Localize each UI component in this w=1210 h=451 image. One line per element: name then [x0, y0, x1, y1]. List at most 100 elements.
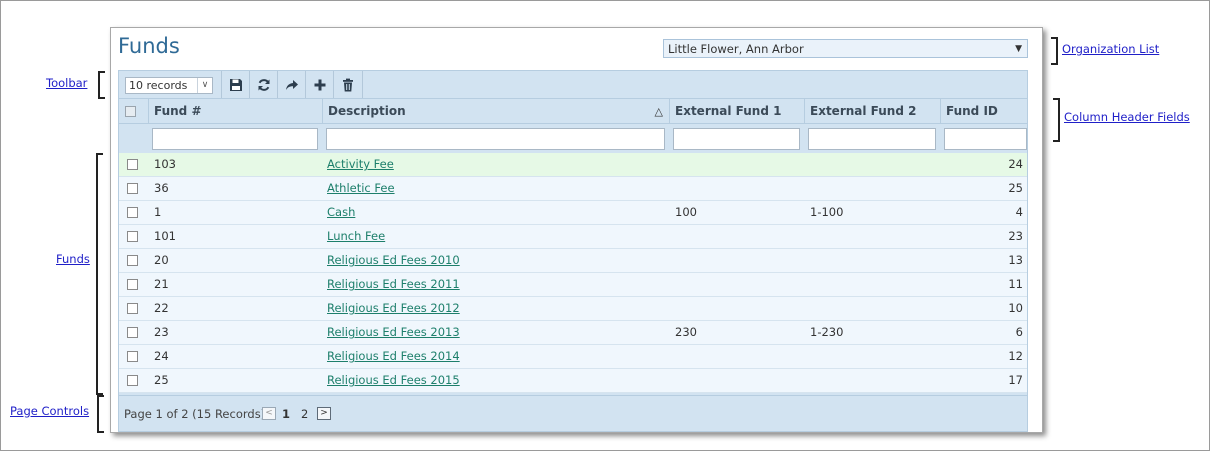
- fund-id-cell: 23: [1008, 229, 1023, 243]
- table-row[interactable]: 1 Cash 100 1-100 4: [119, 201, 1027, 225]
- description-link[interactable]: Athletic Fee: [327, 177, 395, 200]
- toolbar: 10 records ∨: [119, 71, 1027, 98]
- records-per-page-value: 10 records: [129, 79, 188, 92]
- external-fund-2-filter-input[interactable]: [808, 128, 936, 150]
- row-checkbox[interactable]: [127, 303, 138, 314]
- fund-num-filter-input[interactable]: [152, 128, 318, 150]
- refresh-icon: [258, 78, 270, 91]
- previous-page-button[interactable]: <: [262, 407, 276, 420]
- column-header-fund-id[interactable]: Fund ID: [941, 99, 1027, 124]
- fund-id-cell: 13: [1008, 253, 1023, 267]
- row-checkbox[interactable]: [127, 375, 138, 386]
- fund-num-cell: 101: [154, 229, 176, 243]
- fund-num-cell: 23: [154, 325, 169, 339]
- row-checkbox[interactable]: [127, 351, 138, 362]
- bracket-toolbar: [98, 71, 105, 99]
- description-link[interactable]: Religious Ed Fees 2013: [327, 321, 460, 344]
- fund-num-cell: 1: [154, 205, 162, 219]
- fund-num-cell: 25: [154, 373, 169, 387]
- fund-id-cell: 10: [1008, 301, 1023, 315]
- description-link[interactable]: Religious Ed Fees 2011: [327, 273, 460, 296]
- add-button[interactable]: [305, 71, 334, 98]
- callout-organization-list[interactable]: Organization List: [1062, 42, 1159, 56]
- page-number-2[interactable]: 2: [301, 407, 308, 421]
- page-controls: Page 1 of 2 (15 Records) < 1 2 >: [119, 395, 1027, 432]
- external-fund-1-cell: 230: [675, 325, 697, 339]
- delete-icon: [343, 78, 353, 91]
- funds-grid: 10 records ∨ Fund # Description △ Extern…: [118, 70, 1028, 432]
- callout-column-header-fields[interactable]: Column Header Fields: [1064, 110, 1190, 124]
- add-icon: [314, 79, 326, 90]
- fund-id-cell: 11: [1008, 277, 1023, 291]
- external-fund-2-cell: 1-100: [810, 205, 844, 219]
- share-icon: [286, 79, 298, 90]
- callout-toolbar[interactable]: Toolbar: [46, 76, 87, 90]
- filter-row: [119, 123, 1027, 154]
- row-checkbox[interactable]: [127, 159, 138, 170]
- column-header-external-fund-1[interactable]: External Fund 1: [670, 99, 805, 124]
- description-link[interactable]: Religious Ed Fees 2010: [327, 249, 460, 272]
- fund-num-cell: 24: [154, 349, 169, 363]
- column-header-row: Fund # Description △ External Fund 1 Ext…: [119, 98, 1027, 124]
- external-fund-1-filter-input[interactable]: [673, 128, 800, 150]
- fund-num-cell: 103: [154, 157, 176, 171]
- row-checkbox[interactable]: [127, 279, 138, 290]
- fund-num-cell: 22: [154, 301, 169, 315]
- table-row[interactable]: 24 Religious Ed Fees 2014 12: [119, 345, 1027, 369]
- organization-select[interactable]: Little Flower, Ann Arbor ▼: [663, 39, 1028, 58]
- table-row[interactable]: 25 Religious Ed Fees 2015 17: [119, 369, 1027, 393]
- funds-list: 103 Activity Fee 24 36 Athletic Fee 25 1…: [119, 153, 1027, 393]
- fund-id-cell: 12: [1008, 349, 1023, 363]
- row-checkbox[interactable]: [127, 327, 138, 338]
- callout-page-controls[interactable]: Page Controls: [10, 404, 89, 418]
- table-row[interactable]: 23 Religious Ed Fees 2013 230 1-230 6: [119, 321, 1027, 345]
- description-link[interactable]: Activity Fee: [327, 153, 394, 176]
- fund-num-cell: 21: [154, 277, 169, 291]
- table-row[interactable]: 20 Religious Ed Fees 2010 13: [119, 249, 1027, 273]
- table-row[interactable]: 101 Lunch Fee 23: [119, 225, 1027, 249]
- fund-id-filter-input[interactable]: [944, 128, 1027, 150]
- column-header-description-label: Description: [328, 104, 406, 118]
- page-number-1[interactable]: 1: [282, 407, 290, 421]
- callout-funds[interactable]: Funds: [56, 252, 90, 266]
- description-link[interactable]: Religious Ed Fees 2015: [327, 369, 460, 392]
- row-checkbox[interactable]: [127, 255, 138, 266]
- description-link[interactable]: Lunch Fee: [327, 225, 385, 248]
- fund-num-cell: 20: [154, 253, 169, 267]
- bracket-column-header-fields: [1053, 98, 1060, 142]
- dropdown-arrow-icon: ▼: [1015, 44, 1022, 54]
- column-header-description[interactable]: Description △: [323, 99, 670, 124]
- fund-id-cell: 4: [1015, 205, 1023, 219]
- sort-ascending-icon: △: [654, 105, 663, 118]
- description-filter-input[interactable]: [326, 128, 665, 150]
- save-button[interactable]: [221, 71, 250, 98]
- fund-id-cell: 17: [1008, 373, 1023, 387]
- column-header-fund-num[interactable]: Fund #: [149, 99, 323, 124]
- organization-select-value: Little Flower, Ann Arbor: [668, 42, 804, 56]
- table-row[interactable]: 103 Activity Fee 24: [119, 153, 1027, 177]
- row-checkbox[interactable]: [127, 183, 138, 194]
- funds-panel: Funds Little Flower, Ann Arbor ▼ 10 reco…: [110, 27, 1043, 433]
- share-button[interactable]: [277, 71, 306, 98]
- row-checkbox[interactable]: [127, 207, 138, 218]
- next-page-button[interactable]: >: [317, 407, 331, 420]
- select-all-checkbox[interactable]: [125, 106, 136, 117]
- external-fund-1-cell: 100: [675, 205, 697, 219]
- description-link[interactable]: Cash: [327, 201, 355, 224]
- description-link[interactable]: Religious Ed Fees 2014: [327, 345, 460, 368]
- column-header-external-fund-2[interactable]: External Fund 2: [805, 99, 941, 124]
- bracket-organization-list: [1051, 37, 1058, 65]
- save-icon: [230, 78, 242, 91]
- refresh-button[interactable]: [249, 71, 278, 98]
- fund-num-cell: 36: [154, 181, 169, 195]
- row-checkbox[interactable]: [127, 231, 138, 242]
- delete-button[interactable]: [333, 71, 363, 98]
- page-title: Funds: [118, 34, 180, 58]
- table-row[interactable]: 36 Athletic Fee 25: [119, 177, 1027, 201]
- records-per-page-select[interactable]: 10 records ∨: [125, 77, 213, 94]
- description-link[interactable]: Religious Ed Fees 2012: [327, 297, 460, 320]
- fund-id-cell: 6: [1015, 325, 1023, 339]
- table-row[interactable]: 21 Religious Ed Fees 2011 11: [119, 273, 1027, 297]
- table-row[interactable]: 22 Religious Ed Fees 2012 10: [119, 297, 1027, 321]
- bracket-funds: [96, 153, 103, 395]
